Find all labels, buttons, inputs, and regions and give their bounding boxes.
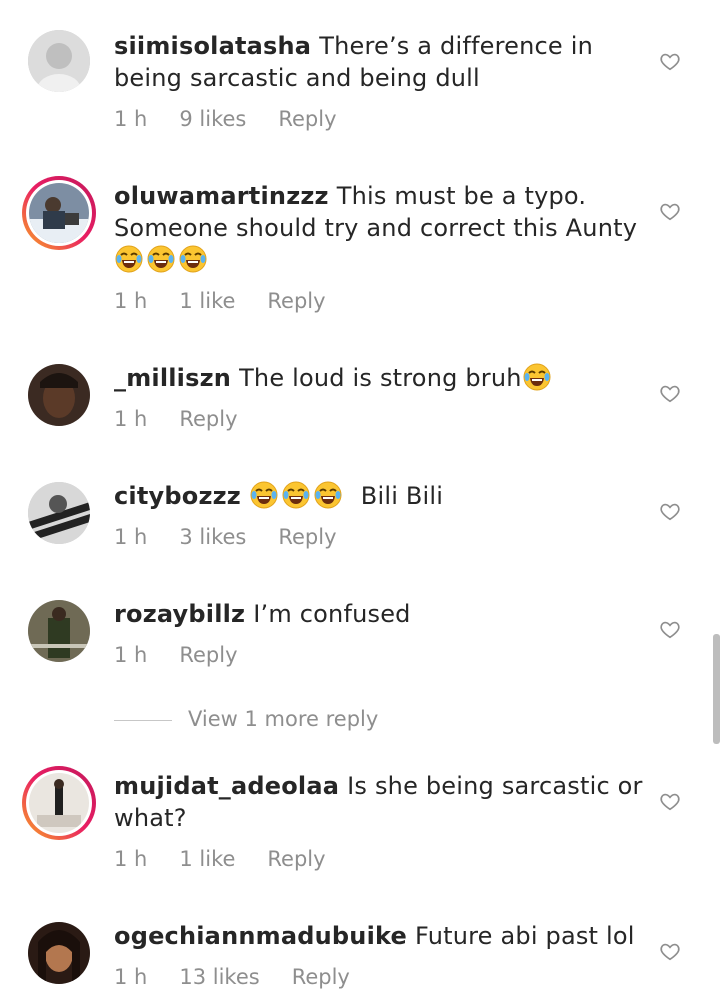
emoji-group [114, 245, 210, 274]
reply-button[interactable]: Reply [292, 962, 350, 992]
comment-text: ogechiannmadubuike Future abi past lol [114, 920, 644, 952]
comment-username[interactable]: oluwamartinzzz [114, 182, 329, 210]
reply-button[interactable]: Reply [179, 640, 237, 670]
comment-time: 1 h [114, 525, 148, 549]
comment-meta: 1 h Reply [114, 404, 270, 434]
comment-username[interactable]: mujidat_adeolaa [114, 772, 339, 800]
comment-meta: 1 h 1 like Reply [114, 844, 358, 874]
comment-time: 1 h [114, 289, 148, 313]
avatar[interactable] [28, 600, 90, 662]
comment-username[interactable]: rozaybillz [114, 600, 245, 628]
comment-username[interactable]: _milliszn [114, 364, 231, 392]
avatar[interactable] [28, 482, 90, 544]
heart-outline-icon[interactable] [659, 50, 681, 72]
face-with-tears-of-joy-emoji [282, 481, 310, 509]
reply-button[interactable]: Reply [278, 522, 336, 552]
view-more-label[interactable]: View 1 more reply [188, 707, 378, 731]
comment-username[interactable]: citybozzz [114, 482, 241, 510]
divider [114, 719, 172, 721]
heart-outline-icon[interactable] [659, 790, 681, 812]
comment-body: The loud is strong bruh [239, 364, 522, 392]
comment-text: rozaybillz I’m confused [114, 598, 644, 630]
comment-username[interactable]: siimisolatasha [114, 32, 311, 60]
comment-likes[interactable]: 1 like [179, 286, 235, 316]
face-with-tears-of-joy-emoji [115, 245, 143, 273]
comment-time: 1 h [114, 847, 148, 871]
comment-time: 1 h [114, 407, 148, 431]
comment-meta: 1 h 3 likes Reply [114, 522, 369, 552]
comment-text: _milliszn The loud is strong bruh [114, 362, 644, 394]
avatar[interactable] [28, 364, 90, 426]
heart-outline-icon[interactable] [659, 940, 681, 962]
comment-text: mujidat_adeolaa Is she being sarcastic or… [114, 770, 644, 834]
scrollbar[interactable] [713, 634, 720, 744]
reply-button[interactable]: Reply [179, 404, 237, 434]
comment-meta: 1 h 1 like Reply [114, 286, 358, 316]
comment-meta: 1 h 9 likes Reply [114, 104, 369, 134]
heart-outline-icon[interactable] [659, 200, 681, 222]
comment-username[interactable]: ogechiannmadubuike [114, 922, 407, 950]
reply-button[interactable]: Reply [267, 286, 325, 316]
comment-text: oluwamartinzzz This must be a typo. Someo… [114, 180, 644, 276]
comment-body: Bili Bili [360, 482, 444, 510]
comment-time: 1 h [114, 643, 148, 667]
avatar[interactable] [22, 176, 96, 250]
heart-outline-icon[interactable] [659, 500, 681, 522]
view-more-replies[interactable]: View 1 more reply [114, 704, 378, 734]
heart-outline-icon[interactable] [659, 618, 681, 640]
comment-likes[interactable]: 13 likes [179, 962, 259, 992]
face-with-tears-of-joy-emoji [314, 481, 342, 509]
comment-likes[interactable]: 3 likes [179, 522, 246, 552]
reply-button[interactable]: Reply [267, 844, 325, 874]
comment-text: citybozzz Bili Bili [114, 480, 644, 512]
comment-likes[interactable]: 1 like [179, 844, 235, 874]
comment-meta: 1 h Reply [114, 640, 270, 670]
avatar[interactable] [28, 30, 90, 92]
avatar[interactable] [28, 922, 90, 984]
face-with-tears-of-joy-emoji [147, 245, 175, 273]
comment-meta: 1 h 13 likes Reply [114, 962, 382, 992]
face-with-tears-of-joy-emoji [179, 245, 207, 273]
reply-button[interactable]: Reply [278, 104, 336, 134]
heart-outline-icon[interactable] [659, 382, 681, 404]
comment-likes[interactable]: 9 likes [179, 104, 246, 134]
avatar[interactable] [22, 766, 96, 840]
comment-time: 1 h [114, 965, 148, 989]
face-with-tears-of-joy-emoji [250, 481, 278, 509]
comment-text: siimisolatasha There’s a difference in be… [114, 30, 644, 94]
comment-time: 1 h [114, 107, 148, 131]
comment-body: I’m confused [253, 600, 411, 628]
emoji-group [249, 481, 345, 510]
face-with-tears-of-joy-emoji [523, 363, 551, 391]
comment-body: Future abi past lol [415, 922, 635, 950]
